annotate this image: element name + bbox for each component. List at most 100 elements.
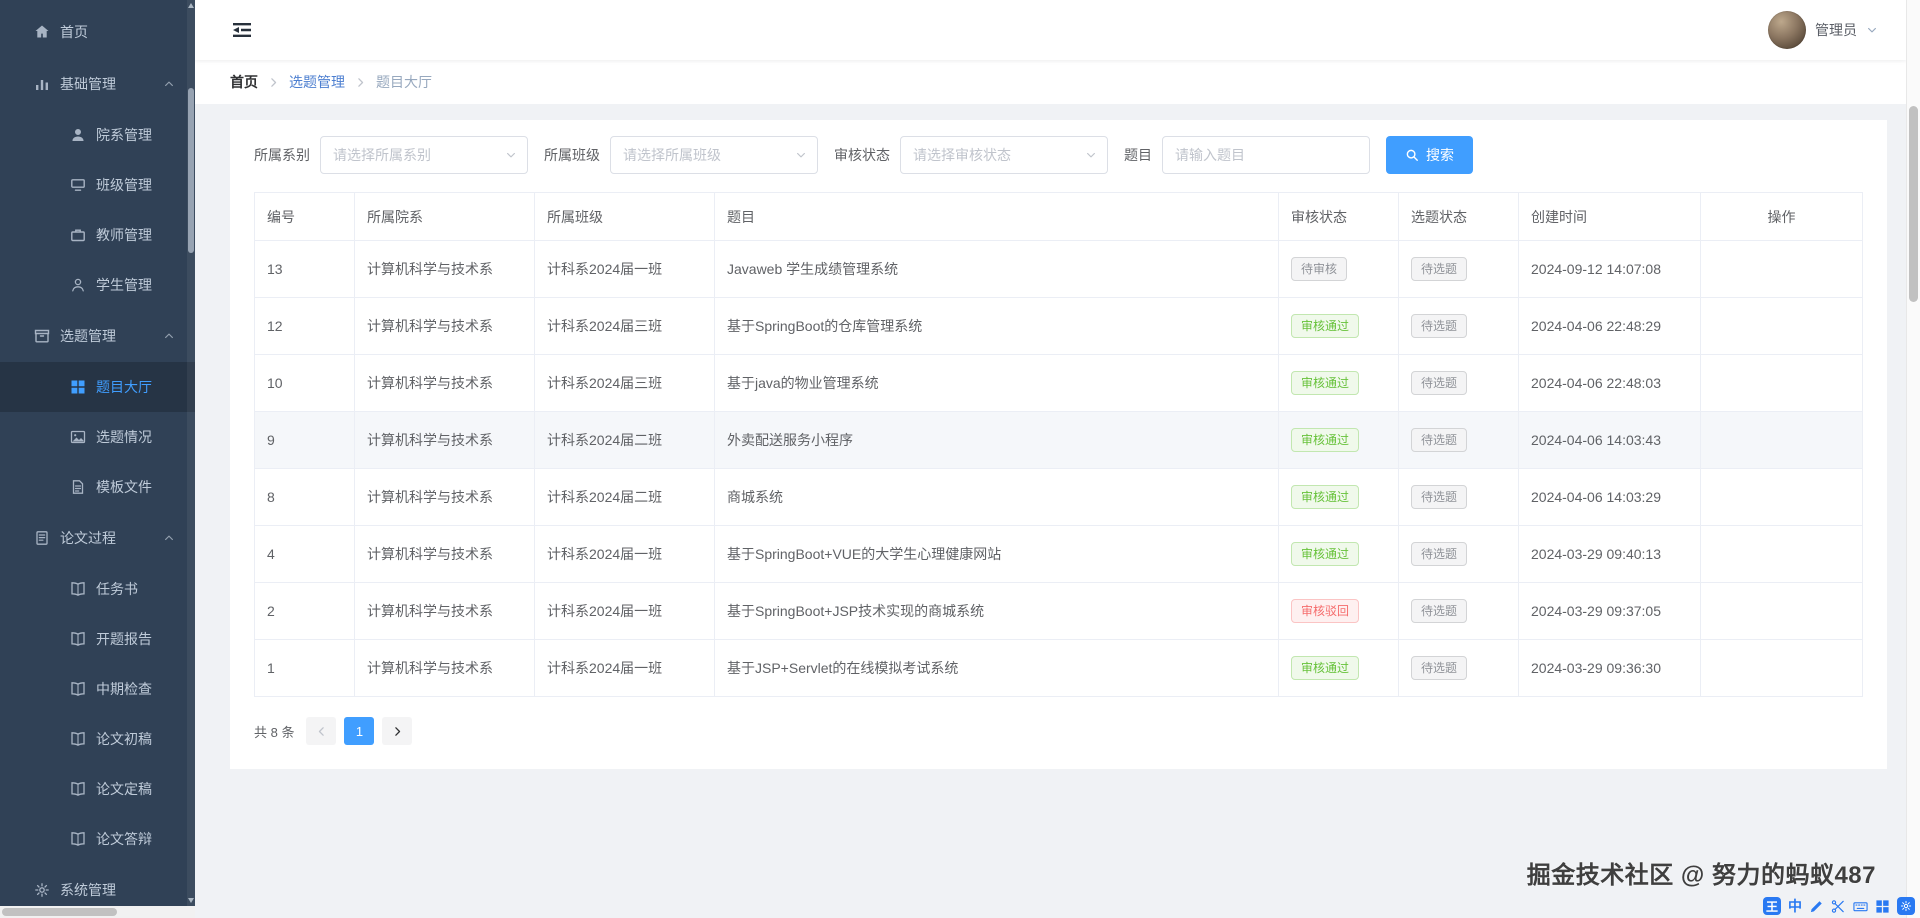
pen-icon[interactable]: [1809, 899, 1824, 914]
pagination-page-1[interactable]: 1: [344, 717, 375, 745]
sidebar-item-topic-hall[interactable]: 题目大厅: [0, 362, 195, 412]
cell-id: 10: [254, 354, 355, 412]
sidebar-group-base-mgmt[interactable]: 基础管理: [0, 58, 195, 110]
sidebar-item-student-mgmt[interactable]: 学生管理: [0, 260, 195, 310]
table-row[interactable]: 8 计算机科学与技术系 计科系2024届二班 商城系统 审核通过 待选题 202…: [254, 468, 1863, 526]
avatar[interactable]: [1768, 11, 1806, 49]
watermark-text: 掘金技术社区 @ 努力的蚂蚁487: [1526, 862, 1876, 889]
sidebar-collapse-icon[interactable]: [230, 18, 254, 42]
sidebar-item-department-mgmt[interactable]: 院系管理: [0, 110, 195, 160]
pagination-next-button[interactable]: [382, 717, 413, 745]
table-row[interactable]: 12 计算机科学与技术系 计科系2024届三班 基于SpringBoot的仓库管…: [254, 297, 1863, 355]
ime-chinese-mode-icon[interactable]: 中: [1788, 896, 1802, 916]
sidebar-item-thesis-defense[interactable]: 论文答辩: [0, 814, 195, 864]
sidebar-item-template-files[interactable]: 模板文件: [0, 462, 195, 512]
review-status-badge: 审核通过: [1291, 428, 1360, 452]
scrollbar-thumb[interactable]: [2, 908, 117, 916]
sidebar-item-dashboard[interactable]: 首页: [0, 6, 195, 58]
sidebar-item-proposal-report[interactable]: 开题报告: [0, 614, 195, 664]
table-header-row: 编号 所属院系 所属班级 题目 审核状态 选题状态 创建时间 操作: [254, 192, 1863, 241]
sidebar-item-topic-selection[interactable]: 选题情况: [0, 412, 195, 462]
document-icon: [34, 530, 50, 546]
chevron-right-icon: [391, 725, 404, 738]
sidebar-group-topic-mgmt[interactable]: 选题管理: [0, 310, 195, 362]
cell-class: 计科系2024届一班: [534, 525, 715, 583]
cell-class: 计科系2024届二班: [534, 468, 715, 526]
select-placeholder: 请选择审核状态: [913, 147, 1011, 163]
scrollbar-arrow-down[interactable]: [188, 898, 194, 903]
cell-created: 2024-03-29 09:37:05: [1518, 582, 1701, 640]
sidebar-vertical-scrollbar[interactable]: [187, 0, 195, 906]
sidebar-group-thesis-process[interactable]: 论文过程: [0, 512, 195, 564]
table-row[interactable]: 13 计算机科学与技术系 计科系2024届一班 Javaweb 学生成绩管理系统…: [254, 240, 1863, 298]
topic-input[interactable]: [1162, 136, 1370, 174]
cell-topic: 基于SpringBoot+VUE的大学生心理健康网站: [714, 525, 1279, 583]
search-button[interactable]: 搜索: [1386, 136, 1473, 174]
cell-actions: [1700, 582, 1863, 640]
table-row[interactable]: 9 计算机科学与技术系 计科系2024届二班 外卖配送服务小程序 审核通过 待选…: [254, 411, 1863, 469]
cell-class: 计科系2024届三班: [534, 354, 715, 412]
column-header-created: 创建时间: [1518, 192, 1701, 241]
review-status-badge: 审核通过: [1291, 371, 1360, 395]
table-row[interactable]: 4 计算机科学与技术系 计科系2024届一班 基于SpringBoot+VUE的…: [254, 525, 1863, 583]
table-row[interactable]: 1 计算机科学与技术系 计科系2024届一班 基于JSP+Servlet的在线模…: [254, 639, 1863, 697]
cell-actions: [1700, 525, 1863, 583]
sidebar-item-teacher-mgmt[interactable]: 教师管理: [0, 210, 195, 260]
cell-class: 计科系2024届一班: [534, 639, 715, 697]
cell-topic: 基于java的物业管理系统: [714, 354, 1279, 412]
user-menu[interactable]: 管理员: [1768, 11, 1878, 49]
cell-id: 2: [254, 582, 355, 640]
cell-topic: 基于SpringBoot的仓库管理系统: [714, 297, 1279, 355]
review-status-select[interactable]: 请选择审核状态: [900, 136, 1108, 174]
chevron-down-icon: [795, 149, 807, 161]
department-select[interactable]: 请选择所属系别: [320, 136, 528, 174]
sidebar-item-label: 任务书: [96, 581, 138, 597]
cell-department: 计算机科学与技术系: [354, 297, 535, 355]
column-header-review-status: 审核状态: [1278, 192, 1399, 241]
page-vertical-scrollbar[interactable]: [1906, 0, 1920, 918]
class-select[interactable]: 请选择所属班级: [610, 136, 818, 174]
cell-actions: [1700, 468, 1863, 526]
table-row[interactable]: 10 计算机科学与技术系 计科系2024届三班 基于java的物业管理系统 审核…: [254, 354, 1863, 412]
selection-status-badge: 待选题: [1411, 257, 1468, 281]
chevron-down-icon: [1085, 149, 1097, 161]
column-header-id: 编号: [254, 192, 355, 241]
ime-logo-icon[interactable]: 王: [1763, 897, 1781, 915]
selection-status-badge: 待选题: [1411, 542, 1468, 566]
select-placeholder: 请选择所属班级: [623, 147, 721, 163]
filter-class: 所属班级 请选择所属班级: [544, 136, 818, 174]
sidebar-item-task-book[interactable]: 任务书: [0, 564, 195, 614]
cell-topic: 商城系统: [714, 468, 1279, 526]
chevron-down-icon: [505, 149, 517, 161]
scrollbar-thumb[interactable]: [188, 88, 194, 253]
column-header-topic: 题目: [714, 192, 1279, 241]
breadcrumb-topic-mgmt[interactable]: 选题管理: [289, 72, 345, 92]
top-navbar: 管理员: [195, 0, 1906, 60]
cell-department: 计算机科学与技术系: [354, 582, 535, 640]
grid-icon[interactable]: [1875, 899, 1890, 914]
scissors-icon[interactable]: [1831, 899, 1846, 914]
sidebar-item-thesis-final[interactable]: 论文定稿: [0, 764, 195, 814]
cell-class: 计科系2024届三班: [534, 297, 715, 355]
pagination-prev-button[interactable]: [306, 717, 337, 745]
gear-icon: [1900, 900, 1912, 912]
sidebar-item-class-mgmt[interactable]: 班级管理: [0, 160, 195, 210]
breadcrumb-home[interactable]: 首页: [230, 72, 258, 92]
keyboard-icon[interactable]: [1853, 899, 1868, 914]
sidebar-item-thesis-draft[interactable]: 论文初稿: [0, 714, 195, 764]
monitor-icon: [70, 177, 86, 193]
sidebar-horizontal-scrollbar[interactable]: [0, 906, 195, 918]
scrollbar-thumb[interactable]: [1909, 106, 1918, 302]
ime-settings-icon[interactable]: [1897, 897, 1915, 915]
sidebar-item-label: 论文初稿: [96, 731, 152, 747]
topic-hall-card: 所属系别 请选择所属系别 所属班级 请选择所属班级 审核状态 请选择审核状态 题…: [230, 120, 1887, 769]
sidebar-item-label: 学生管理: [96, 277, 152, 293]
chevron-right-icon: [267, 76, 280, 89]
selection-status-badge: 待选题: [1411, 656, 1468, 680]
sidebar-item-midterm-check[interactable]: 中期检查: [0, 664, 195, 714]
table-row[interactable]: 2 计算机科学与技术系 计科系2024届一班 基于SpringBoot+JSP技…: [254, 582, 1863, 640]
main-area: 管理员 首页 选题管理 题目大厅 所属系别 请选择所属系别 所属班级 请选择所属…: [195, 0, 1906, 918]
scrollbar-arrow-up[interactable]: [188, 3, 194, 8]
sidebar-item-label: 论文定稿: [96, 781, 152, 797]
search-button-label: 搜索: [1426, 147, 1454, 163]
